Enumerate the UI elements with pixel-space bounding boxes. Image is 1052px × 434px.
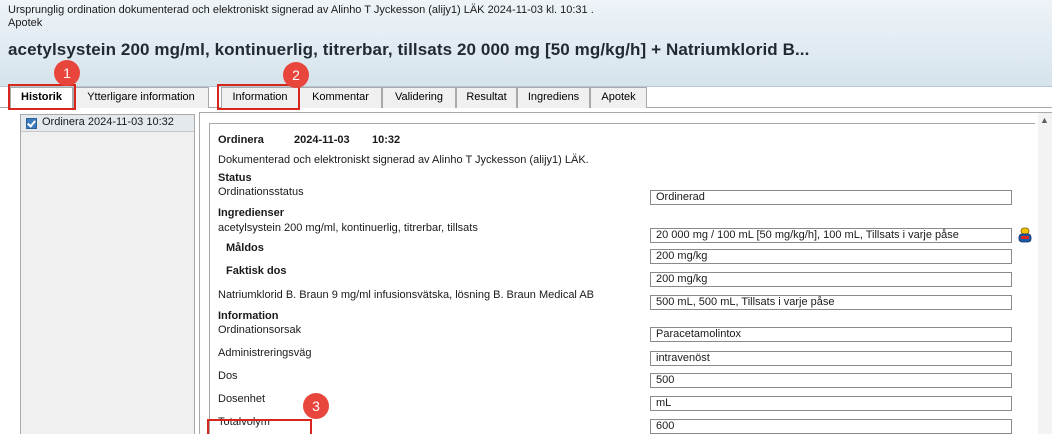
section-information: Information [218, 310, 279, 322]
tab-resultat[interactable]: Resultat [456, 87, 517, 108]
order-header: Ursprunglig ordination dokumenterad och … [0, 0, 1052, 87]
tab-kommentar[interactable]: Kommentar [299, 87, 382, 108]
actual-dose-label: Faktisk dos [226, 265, 287, 277]
section-status: Status [218, 172, 252, 184]
ingredient2-field: 500 mL, 500 mL, Tillsats i varje påse [650, 295, 1012, 310]
header-subtitle: Apotek [8, 17, 43, 29]
detail-content: Ordinera 2024-11-03 10:32 Dokumenterad o… [209, 123, 1035, 434]
tab-ingrediens[interactable]: Ingrediens [517, 87, 590, 108]
highlight-box-information [217, 84, 300, 110]
target-dose-label: Måldos [226, 242, 264, 254]
dose-unit-label: Dosenhet [218, 393, 266, 405]
total-volume-field: 600 [650, 419, 1012, 434]
checkbox-checked-icon[interactable] [26, 118, 37, 129]
detail-action: Ordinera [218, 134, 264, 146]
highlight-box-historik [8, 84, 76, 110]
tab-apotek[interactable]: Apotek [590, 87, 647, 108]
reason-label: Ordinationsorsak [218, 324, 302, 336]
signed-by-text: Dokumenterad och elektroniskt signerad a… [218, 154, 589, 166]
step-marker-3: 3 [303, 393, 329, 419]
ingredient1-field: 20 000 mg / 100 mL [50 mg/kg/h], 100 mL,… [650, 228, 1012, 243]
ordination-status-field: Ordinerad [650, 190, 1012, 205]
pill-icon[interactable] [1018, 227, 1032, 243]
history-panel: Ordinera 2024-11-03 10:32 [0, 108, 195, 434]
detail-date: 2024-11-03 [294, 134, 350, 146]
target-dose-field: 200 mg/kg [650, 249, 1012, 264]
highlight-box-totalvolym [207, 419, 312, 434]
dose-unit-field: mL [650, 396, 1012, 411]
route-label: Administreringsväg [218, 347, 312, 359]
dose-field: 500 [650, 373, 1012, 388]
ordination-status-label: Ordinationsstatus [218, 186, 304, 198]
vertical-scrollbar[interactable]: ▲ [1038, 113, 1052, 434]
history-item-label: Ordinera 2024-11-03 10:32 [42, 116, 174, 128]
scroll-up-arrow-icon[interactable]: ▲ [1040, 115, 1049, 125]
tab-validering[interactable]: Validering [382, 87, 456, 108]
step-marker-2: 2 [283, 62, 309, 88]
signature-line: Ursprunglig ordination dokumenterad och … [8, 4, 594, 16]
detail-panel: ▲ Ordinera 2024-11-03 10:32 Dokumenterad… [199, 112, 1052, 434]
history-list: Ordinera 2024-11-03 10:32 [20, 114, 195, 434]
dose-label: Dos [218, 370, 238, 382]
tab-bar: Historik Ytterligare information Informa… [0, 87, 1052, 109]
step-marker-1: 1 [54, 60, 80, 86]
tab-ytterligare-information[interactable]: Ytterligare information [73, 87, 209, 108]
section-ingredienser: Ingredienser [218, 207, 285, 219]
ingredient1-label: acetylsystein 200 mg/ml, kontinuerlig, t… [218, 222, 478, 234]
route-field: intravenöst [650, 351, 1012, 366]
history-item[interactable]: Ordinera 2024-11-03 10:32 [21, 115, 194, 132]
reason-field: Paracetamolintox [650, 327, 1012, 342]
order-title: acetylsystein 200 mg/ml, kontinuerlig, t… [8, 40, 810, 59]
detail-time: 10:32 [372, 134, 401, 146]
ingredient2-label: Natriumklorid B. Braun 9 mg/ml infusions… [218, 289, 594, 301]
actual-dose-field: 200 mg/kg [650, 272, 1012, 287]
